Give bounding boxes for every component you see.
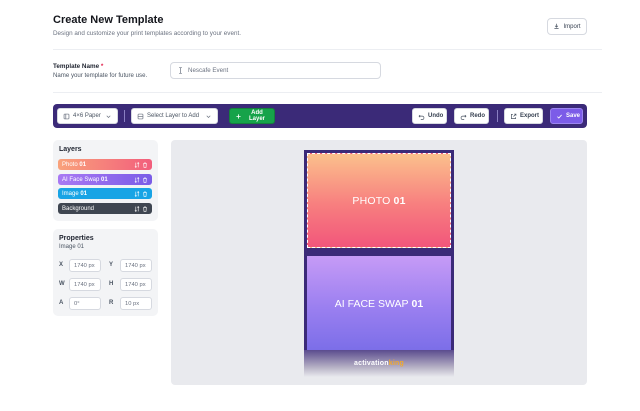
trash-icon[interactable] [142,206,148,212]
layer-tools [134,205,148,212]
trash-icon[interactable] [142,191,148,197]
paper-icon [63,113,70,119]
import-label: Import [563,23,581,30]
redo-icon [460,114,467,120]
layer-select-placeholder: Select Layer to Add [147,113,200,119]
radius-field[interactable]: 10 px [120,297,152,310]
properties-panel: Properties Image 01 X 1740 px Y 1740 px … [53,229,158,316]
editor-toolbar: 4×6 Paper Select Layer to Add Add Layer … [53,104,587,128]
template-footer[interactable]: activationking [304,350,454,377]
layer-type-select[interactable]: Select Layer to Add [131,108,218,124]
template-name-label: Template Name * [53,63,104,70]
page-subtitle: Design and customize your print template… [53,30,241,37]
prop-label-r: R [109,300,114,306]
ai-face-swap-label: AI FACE SWAP [334,297,409,310]
template-name-hint: Name your template for future use. [53,72,148,79]
layer-item-label: Background [62,205,95,212]
reorder-icon[interactable] [134,176,140,183]
angle-field[interactable]: 0° [69,297,101,310]
toolbar-separator [497,110,498,122]
reorder-icon[interactable] [134,161,140,168]
layer-tools [134,161,148,168]
canvas-area[interactable]: PHOTO 01 AI FACE SWAP 01 activationking [171,140,587,385]
properties-panel-title: Properties [59,235,94,242]
undo-label: Undo [428,113,444,119]
save-button[interactable]: Save [550,108,583,124]
undo-button[interactable]: Undo [412,108,447,124]
reorder-icon[interactable] [134,190,140,197]
export-button[interactable]: Export [504,108,543,124]
paper-size-dropdown[interactable]: 4×6 Paper [57,108,118,124]
layer-tools [134,176,148,183]
layer-item-ai-face-swap[interactable]: AI Face Swap 01 [58,174,152,185]
layers-panel: Layers Photo 01 AI Face Swap 01 Image 01… [53,140,158,221]
paper-size-label: 4×6 Paper [73,113,101,119]
ai-face-swap-number: 01 [411,297,424,310]
layers-icon [137,113,144,119]
template-name-placeholder: Nescafe Event [188,67,229,74]
plus-icon [236,113,241,119]
layer-item-photo[interactable]: Photo 01 [58,159,152,170]
ai-face-swap-placeholder[interactable]: AI FACE SWAP 01 [307,256,451,351]
layer-item-label: AI Face Swap 01 [62,176,108,183]
layer-item-label: Photo 01 [62,161,87,168]
brand-logo: activationking [354,360,404,367]
text-cursor-icon [179,67,182,74]
add-layer-label: Add Layer [248,110,265,122]
layers-panel-title: Layers [59,146,82,153]
form-divider [53,92,602,93]
layer-item-image[interactable]: Image 01 [58,188,152,199]
check-icon [557,114,562,119]
prop-label-a: A [59,300,64,306]
layer-item-background[interactable]: Background [58,203,152,214]
layer-tools [134,190,148,197]
chevron-down-icon [106,115,111,118]
page-title: Create New Template [53,14,164,26]
download-icon [554,23,560,29]
template-paper[interactable]: PHOTO 01 AI FACE SWAP 01 activationking [304,150,454,377]
export-label: Export [520,113,540,119]
toolbar-separator [124,110,125,122]
selected-layer-name: Image 01 [59,244,85,250]
photo-placeholder-number: 01 [393,194,406,207]
save-label: Save [566,113,581,119]
export-icon [511,113,517,119]
height-field[interactable]: 1740 px [120,278,152,291]
reorder-icon[interactable] [134,205,140,212]
prop-label-x: X [59,262,64,268]
add-layer-button[interactable]: Add Layer [229,108,275,124]
redo-label: Redo [470,113,485,119]
width-field[interactable]: 1740 px [69,278,101,291]
prop-label-y: Y [109,262,114,268]
prop-label-h: H [109,281,114,287]
undo-icon [418,114,425,120]
trash-icon[interactable] [142,177,148,183]
layer-item-label: Image 01 [62,190,88,197]
photo-placeholder[interactable]: PHOTO 01 [307,153,451,248]
y-position-field[interactable]: 1740 px [120,259,152,272]
redo-button[interactable]: Redo [454,108,489,124]
chevron-down-icon [206,115,211,118]
trash-icon[interactable] [142,162,148,168]
prop-label-w: W [59,281,65,287]
x-position-field[interactable]: 1740 px [69,259,101,272]
import-button[interactable]: Import [547,18,587,35]
header-divider [53,49,602,50]
template-name-input[interactable]: Nescafe Event [170,62,381,79]
photo-placeholder-label: PHOTO [352,194,391,207]
